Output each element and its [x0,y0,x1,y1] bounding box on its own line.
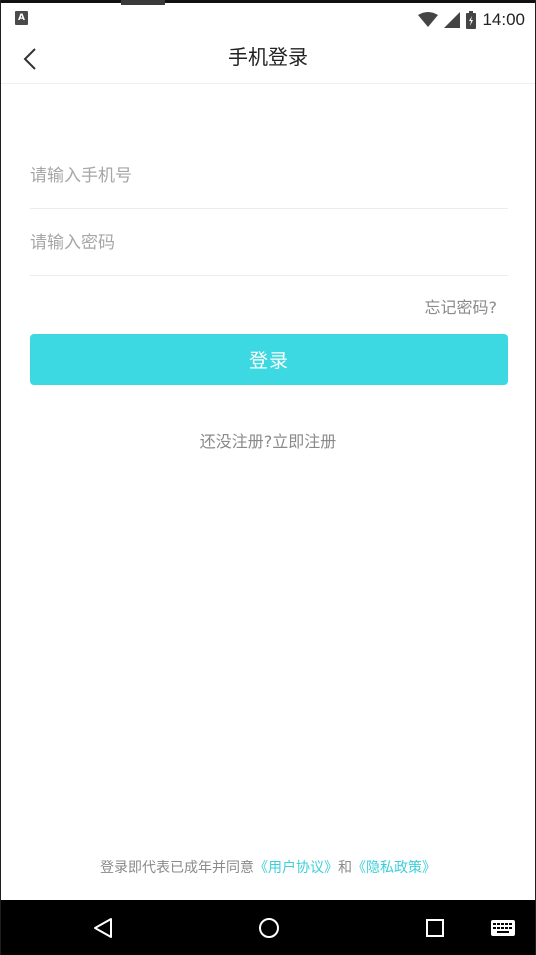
notification-a-icon: A [15,11,28,25]
login-button[interactable]: 登录 [30,334,508,385]
nav-keyboard-button[interactable] [487,912,519,944]
forgot-password-link[interactable]: 忘记密码? [425,294,498,318]
password-input[interactable] [30,210,508,275]
nav-home-button[interactable] [253,912,285,944]
register-row: 还没注册?立即注册 [1,428,535,452]
back-triangle-icon [94,918,112,938]
register-prompt: 还没注册? [199,432,273,451]
page-title: 手机登录 [228,45,308,69]
status-bar: A 14:00 [1,0,535,34]
recents-square-icon [426,919,444,937]
agreement-text: 登录即代表已成年并同意《用户协议》和《隐私政策》 [1,857,535,877]
status-time: 14:00 [482,10,525,29]
register-link[interactable]: 立即注册 [272,432,336,451]
back-button[interactable] [15,44,45,74]
chevron-left-icon [23,48,36,70]
password-field [30,210,508,276]
status-right: 14:00 [418,8,525,32]
user-agreement-link[interactable]: 《用户协议》 [254,860,338,876]
phone-field [30,143,508,209]
app-header: 手机登录 [1,34,535,84]
nav-back-button[interactable] [87,912,119,944]
battery-icon [466,11,477,29]
signal-icon [444,12,461,28]
phone-input[interactable] [30,143,508,208]
nav-recents-button[interactable] [419,912,451,944]
keyboard-icon [491,920,515,936]
agreement-conjunction: 和 [338,860,352,876]
wifi-icon [418,12,439,27]
login-screen: A 14:00 手机登录 忘 [0,0,536,955]
privacy-policy-link[interactable]: 《隐私政策》 [352,860,436,876]
system-nav-bar [1,900,535,955]
agreement-prefix: 登录即代表已成年并同意 [100,860,254,876]
status-bar-top-mark [121,0,165,5]
home-circle-icon [259,918,279,938]
